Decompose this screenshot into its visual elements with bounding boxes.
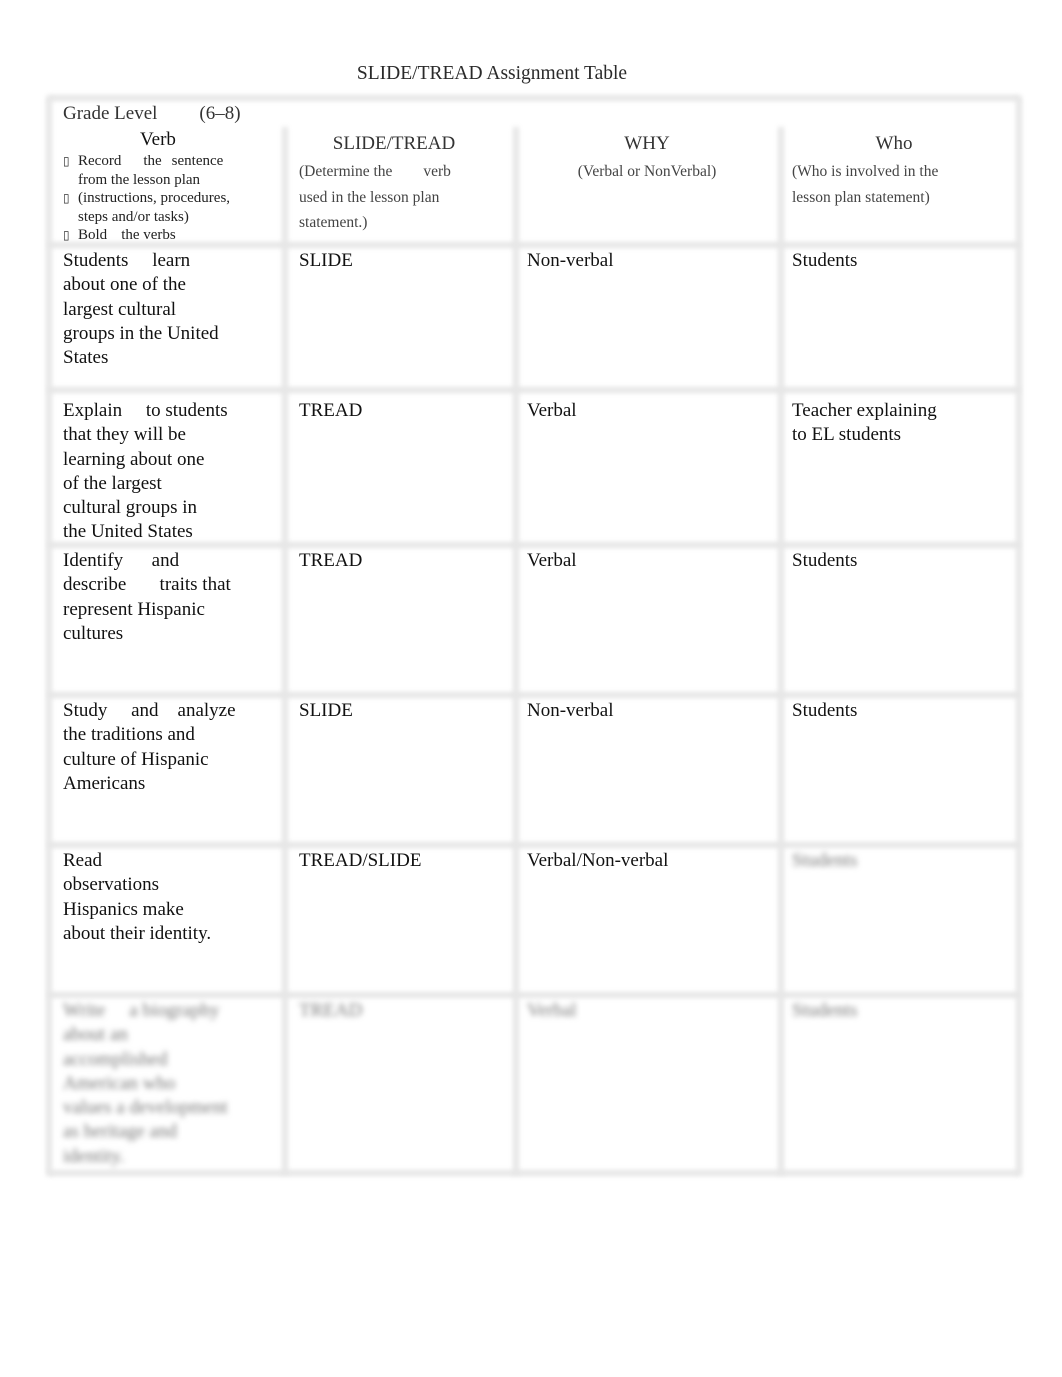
instruction-item: ▯ Record the sentence from the lesson plan [63, 153, 224, 188]
header-verb-title: Verb [140, 129, 176, 150]
cell-slide-tread: SLIDE [299, 250, 353, 271]
cell-who: Students [792, 550, 858, 571]
cell-who: Students [792, 250, 858, 271]
table-divider [48, 692, 1020, 698]
header-why: WHY (Verbal or NonVerbal) [527, 132, 767, 185]
table-border-bottom [48, 1170, 1020, 1176]
column-divider [513, 127, 519, 1175]
cell-why: Verbal [527, 1000, 577, 1021]
table-border-right [1016, 97, 1022, 1175]
verb-instructions: ▯ Record the sentence from the lesson plan… [63, 152, 253, 245]
cell-verb: Study and analyze the traditions and cultu… [63, 700, 236, 794]
cell-slide-tread: TREAD/SLIDE [299, 850, 422, 871]
cell-verb: Write a biography about an accomplished Ame… [63, 1000, 228, 1167]
assignment-table: Grade Level (6–8) Verb ▯ Record the sentenc… [46, 95, 1022, 1176]
bullet-icon: ▯ [63, 154, 70, 168]
cell-why: Verbal [527, 550, 577, 571]
bullet-icon: ▯ [63, 228, 70, 242]
document-title: SLIDE/TREAD Assignment Table [356, 63, 628, 84]
header-why-subtitle: (Verbal or NonVerbal) [577, 163, 717, 181]
cell-verb: Read observations Hispanics make about thei… [63, 850, 212, 944]
cell-who: Students [792, 850, 858, 871]
grade-level-value: (6–8) [199, 103, 241, 124]
header-who: Who (Who is involved in the lesson plan … [792, 132, 1002, 210]
cell-who: Students [792, 1000, 858, 1021]
table-divider [48, 992, 1020, 998]
header-who-subtitle: (Who is involved in the lesson plan stat… [792, 163, 939, 206]
cell-why: Verbal/Non-verbal [527, 850, 669, 871]
table-border-top [48, 95, 1020, 101]
table-divider [48, 842, 1020, 848]
cell-why: Verbal [527, 400, 577, 421]
grade-level: Grade Level (6–8) [63, 103, 241, 125]
header-verb: Verb ▯ Record the sentence from the lesson… [63, 130, 253, 245]
cell-verb: Explain to students that they will be lear… [63, 400, 228, 543]
column-divider [282, 127, 288, 1175]
cell-verb: Identify and describe traits that represen… [63, 550, 231, 644]
cell-slide-tread: TREAD [299, 550, 363, 571]
cell-verb: Students learn about one of the largest cu… [63, 250, 219, 369]
header-who-title: Who [875, 133, 913, 154]
cell-why: Non-verbal [527, 700, 614, 721]
header-slide-tread: SLIDE/TREAD (Determine the verb used in … [299, 132, 499, 236]
cell-slide-tread: TREAD [299, 400, 363, 421]
header-slide-tread-title: SLIDE/TREAD [332, 133, 456, 154]
cell-slide-tread: SLIDE [299, 700, 353, 721]
bullet-icon: ▯ [63, 191, 70, 205]
instruction-item: ▯ (instructions, procedures, steps and/o… [63, 190, 231, 225]
header-why-title: WHY [624, 133, 670, 154]
cell-who: Students [792, 700, 858, 721]
table-border-left [46, 97, 52, 1175]
header-slide-tread-subtitle: (Determine the verb used in the lesson p… [299, 163, 451, 232]
column-divider [778, 127, 784, 1175]
cell-who: Teacher explaining to EL students [792, 400, 937, 446]
cell-slide-tread: TREAD [299, 1000, 363, 1021]
instruction-item: ▯ Bold the verbs [63, 227, 176, 243]
cell-why: Non-verbal [527, 250, 614, 271]
table-divider [48, 387, 1020, 393]
grade-level-label: Grade Level [63, 103, 158, 124]
